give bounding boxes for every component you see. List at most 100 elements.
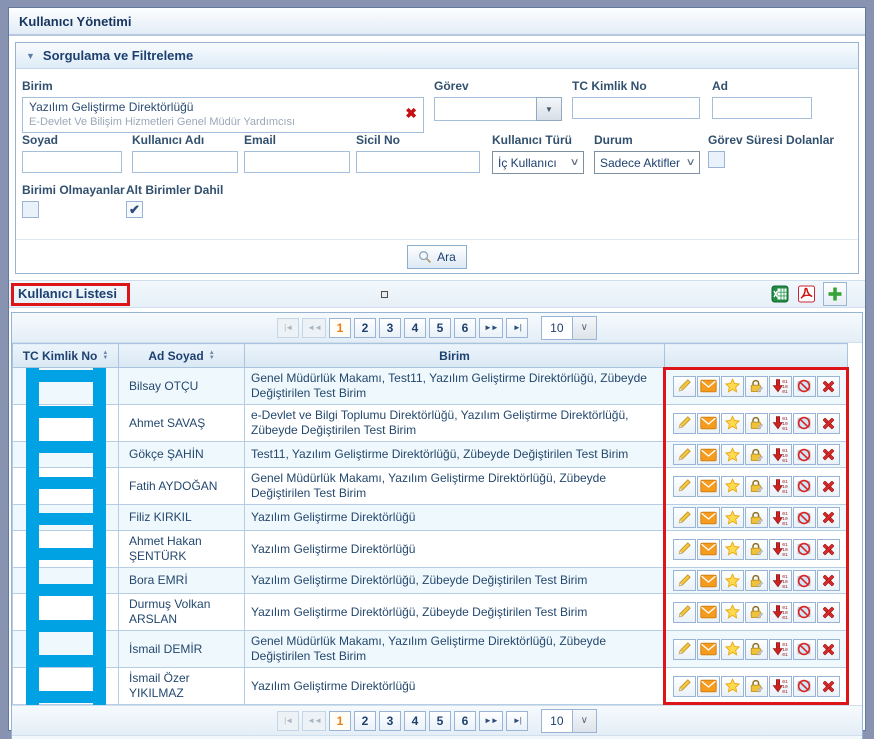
send-message-button[interactable] (697, 539, 720, 560)
edit-permissions-button[interactable] (745, 376, 768, 397)
user-roles-button[interactable] (721, 676, 744, 697)
download-user-log-button[interactable]: 011001 (769, 639, 792, 660)
header-tc-kimlik-no[interactable]: TC Kimlik No ▲▼ (13, 344, 119, 368)
delete-user-button[interactable] (817, 676, 840, 697)
delete-user-button[interactable] (817, 507, 840, 528)
pdf-export-icon[interactable] (797, 285, 816, 303)
user-roles-button[interactable] (721, 602, 744, 623)
page-size-select[interactable]: 10∨ (541, 709, 597, 733)
add-user-button[interactable] (823, 282, 847, 306)
edit-permissions-button[interactable] (745, 676, 768, 697)
kullanici-adi-input[interactable] (132, 151, 238, 173)
chevron-down-icon[interactable]: ▼ (536, 97, 562, 121)
download-user-log-button[interactable]: 011001 (769, 570, 792, 591)
birimi-olmayanlar-checkbox[interactable] (22, 201, 39, 218)
user-roles-button[interactable] (721, 476, 744, 497)
edit-user-button[interactable] (673, 476, 696, 497)
page-5-button[interactable]: 5 (429, 711, 451, 731)
email-input[interactable] (244, 151, 350, 173)
edit-permissions-button[interactable] (745, 444, 768, 465)
header-ad-soyad[interactable]: Ad Soyad ▲▼ (119, 344, 245, 368)
previous-page-button[interactable]: ◄◄ (302, 318, 326, 338)
send-message-button[interactable] (697, 376, 720, 397)
user-roles-button[interactable] (721, 444, 744, 465)
alt-birimler-dahil-checkbox[interactable] (126, 201, 143, 218)
delete-user-button[interactable] (817, 476, 840, 497)
excel-export-icon[interactable] (771, 285, 790, 303)
edit-user-button[interactable] (673, 639, 696, 660)
delete-user-button[interactable] (817, 602, 840, 623)
page-6-button[interactable]: 6 (454, 711, 476, 731)
page-1-button[interactable]: 1 (329, 318, 351, 338)
user-roles-button[interactable] (721, 413, 744, 434)
download-user-log-button[interactable]: 011001 (769, 476, 792, 497)
download-user-log-button[interactable]: 011001 (769, 539, 792, 560)
delete-user-button[interactable] (817, 570, 840, 591)
send-message-button[interactable] (697, 444, 720, 465)
search-button[interactable]: Ara (407, 245, 467, 269)
deactivate-user-button[interactable] (793, 476, 816, 497)
birim-picker[interactable]: Yazılım Geliştirme Direktörlüğü E-Devlet… (22, 97, 424, 133)
edit-user-button[interactable] (673, 413, 696, 434)
page-4-button[interactable]: 4 (404, 711, 426, 731)
next-page-button[interactable]: ►► (479, 318, 503, 338)
download-user-log-button[interactable]: 011001 (769, 444, 792, 465)
filter-panel-header[interactable]: ▼ Sorgulama ve Filtreleme (16, 43, 858, 69)
deactivate-user-button[interactable] (793, 413, 816, 434)
deactivate-user-button[interactable] (793, 376, 816, 397)
deactivate-user-button[interactable] (793, 570, 816, 591)
previous-page-button[interactable]: ◄◄ (302, 711, 326, 731)
last-page-button[interactable]: ►| (506, 318, 528, 338)
durum-select[interactable]: Sadece Aktifler ∨ (594, 151, 700, 174)
delete-user-button[interactable] (817, 376, 840, 397)
download-user-log-button[interactable]: 011001 (769, 507, 792, 528)
sicil-no-input[interactable] (356, 151, 480, 173)
edit-permissions-button[interactable] (745, 476, 768, 497)
next-page-button[interactable]: ►► (479, 711, 503, 731)
kullanici-turu-select[interactable]: İç Kullanıcı ∨ (492, 151, 584, 174)
download-user-log-button[interactable]: 011001 (769, 676, 792, 697)
edit-user-button[interactable] (673, 539, 696, 560)
first-page-button[interactable]: |◄ (277, 711, 299, 731)
edit-permissions-button[interactable] (745, 539, 768, 560)
edit-permissions-button[interactable] (745, 413, 768, 434)
edit-user-button[interactable] (673, 676, 696, 697)
page-1-button[interactable]: 1 (329, 711, 351, 731)
download-user-log-button[interactable]: 011001 (769, 602, 792, 623)
edit-permissions-button[interactable] (745, 639, 768, 660)
page-5-button[interactable]: 5 (429, 318, 451, 338)
deactivate-user-button[interactable] (793, 444, 816, 465)
deactivate-user-button[interactable] (793, 639, 816, 660)
edit-user-button[interactable] (673, 570, 696, 591)
last-page-button[interactable]: ►| (506, 711, 528, 731)
send-message-button[interactable] (697, 602, 720, 623)
send-message-button[interactable] (697, 507, 720, 528)
deactivate-user-button[interactable] (793, 602, 816, 623)
delete-user-button[interactable] (817, 444, 840, 465)
collapse-icon[interactable]: ▼ (26, 51, 35, 61)
send-message-button[interactable] (697, 413, 720, 434)
download-user-log-button[interactable]: 011001 (769, 376, 792, 397)
resize-handle[interactable] (381, 291, 388, 298)
user-roles-button[interactable] (721, 570, 744, 591)
page-3-button[interactable]: 3 (379, 711, 401, 731)
soyad-input[interactable] (22, 151, 122, 173)
edit-user-button[interactable] (673, 376, 696, 397)
page-2-button[interactable]: 2 (354, 318, 376, 338)
tc-kimlik-no-input[interactable] (572, 97, 700, 119)
user-roles-button[interactable] (721, 376, 744, 397)
gorev-combobox[interactable]: ▼ (434, 97, 562, 121)
download-user-log-button[interactable]: 011001 (769, 413, 792, 434)
edit-permissions-button[interactable] (745, 602, 768, 623)
edit-permissions-button[interactable] (745, 507, 768, 528)
delete-user-button[interactable] (817, 639, 840, 660)
clear-birim-icon[interactable]: ✖ (405, 106, 417, 120)
edit-user-button[interactable] (673, 602, 696, 623)
send-message-button[interactable] (697, 639, 720, 660)
delete-user-button[interactable] (817, 539, 840, 560)
page-size-select[interactable]: 10∨ (541, 316, 597, 340)
send-message-button[interactable] (697, 476, 720, 497)
page-4-button[interactable]: 4 (404, 318, 426, 338)
edit-user-button[interactable] (673, 444, 696, 465)
deactivate-user-button[interactable] (793, 539, 816, 560)
